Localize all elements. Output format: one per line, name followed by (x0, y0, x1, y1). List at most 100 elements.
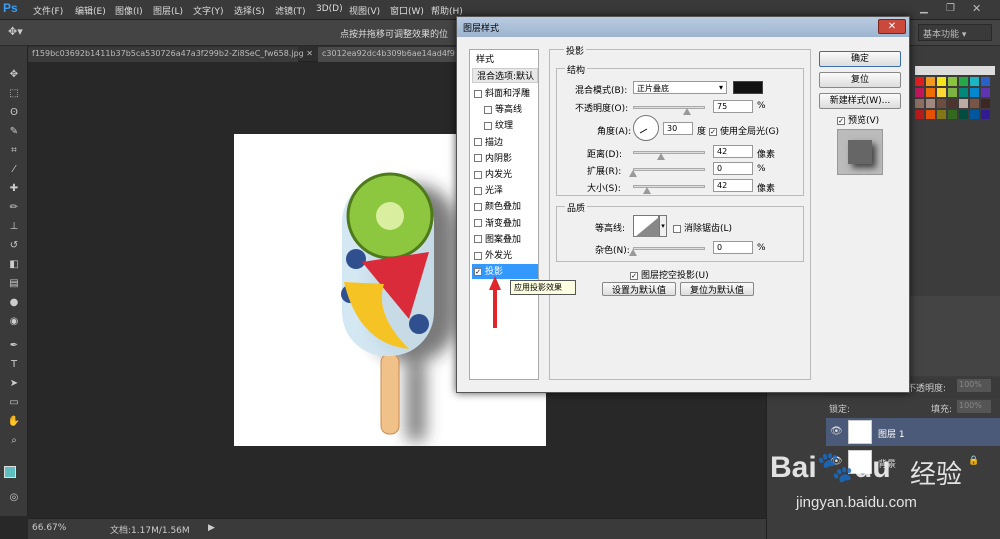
quick-mask-icon[interactable]: ◎ (6, 491, 22, 505)
style-item[interactable]: 内发光 (472, 167, 538, 182)
style-checkbox-icon[interactable] (474, 251, 482, 260)
layer-row-1[interactable]: 👁 图层 1 (826, 418, 1000, 446)
style-checkbox-icon[interactable] (474, 89, 482, 98)
swatches-grid[interactable] (915, 66, 995, 136)
eyedropper-tool-icon[interactable]: ⁄ (6, 163, 22, 177)
menu-view[interactable]: 视图(V) (349, 4, 380, 17)
style-item[interactable]: ✓ 投影 (472, 264, 538, 280)
spread-slider-thumb[interactable] (629, 170, 637, 177)
zoom-level[interactable]: 66.67% (32, 523, 66, 533)
noise-slider-thumb[interactable] (629, 249, 637, 256)
style-checkbox-icon[interactable] (484, 105, 492, 114)
style-checkbox-icon[interactable] (474, 186, 482, 195)
menu-image[interactable]: 图像(I) (115, 4, 143, 17)
set-default-button[interactable]: 设置为默认值 (602, 282, 676, 296)
global-light-checkbox[interactable]: ✓ 使用全局光(G) (709, 124, 779, 137)
size-slider-thumb[interactable] (643, 187, 651, 194)
size-field[interactable]: 42 (713, 179, 753, 192)
ok-button[interactable]: 确定 (819, 51, 901, 67)
styles-header[interactable]: 样式 (472, 52, 538, 67)
blend-mode-select[interactable]: 正片叠底 ▾ (633, 81, 727, 94)
menu-3d[interactable]: 3D(D) (316, 4, 343, 14)
style-checkbox-icon[interactable] (474, 219, 482, 228)
antialias-checkbox[interactable]: 消除锯齿(L) (673, 221, 732, 234)
spread-slider[interactable] (633, 168, 705, 171)
style-checkbox-icon[interactable]: ✓ (474, 267, 482, 276)
opacity-slider-thumb[interactable] (683, 108, 691, 115)
shadow-color-swatch[interactable] (733, 81, 763, 94)
contour-dropdown-icon[interactable]: ▾ (659, 215, 667, 237)
style-checkbox-icon[interactable] (484, 121, 492, 130)
knockout-checkbox[interactable]: ✓ 图层挖空投影(U) (630, 268, 709, 281)
style-item[interactable]: 等高线 (472, 102, 538, 117)
blur-tool-icon[interactable]: ● (6, 296, 22, 310)
lasso-tool-icon[interactable]: ʘ (6, 106, 22, 120)
contour-picker[interactable] (633, 215, 659, 237)
document-tab[interactable]: f159bc03692b1411b37b5ca530726a47a3f299b2… (28, 47, 313, 62)
healing-tool-icon[interactable]: ✚ (6, 182, 22, 196)
opacity-slider[interactable] (633, 106, 705, 109)
distance-slider-thumb[interactable] (657, 153, 665, 160)
menu-edit[interactable]: 编辑(E) (75, 4, 106, 17)
menu-file[interactable]: 文件(F) (33, 4, 63, 17)
foreground-color-swatch[interactable] (4, 466, 16, 478)
noise-field[interactable]: 0 (713, 241, 753, 254)
quick-select-tool-icon[interactable]: ✎ (6, 125, 22, 139)
style-checkbox-icon[interactable] (474, 138, 482, 147)
dodge-tool-icon[interactable]: ◉ (6, 315, 22, 329)
stamp-tool-icon[interactable]: ⊥ (6, 220, 22, 234)
app-close-button[interactable]: ✕ (972, 2, 981, 15)
style-checkbox-icon[interactable] (474, 202, 482, 211)
opacity-field[interactable]: 75 (713, 100, 753, 113)
style-item[interactable]: 外发光 (472, 248, 538, 263)
style-checkbox-icon[interactable] (474, 154, 482, 163)
angle-field[interactable]: 30 (663, 122, 693, 135)
hand-tool-icon[interactable]: ✋ (6, 415, 22, 429)
path-select-icon[interactable]: ➤ (6, 377, 22, 391)
angle-dial[interactable] (633, 115, 659, 141)
shape-tool-icon[interactable]: ▭ (6, 396, 22, 410)
eraser-tool-icon[interactable]: ◧ (6, 258, 22, 272)
style-item[interactable]: 渐变叠加 (472, 216, 538, 231)
style-item[interactable]: 颜色叠加 (472, 199, 538, 214)
move-tool-icon[interactable]: ✥▾ (8, 25, 23, 38)
new-style-button[interactable]: 新建样式(W)... (819, 93, 901, 109)
spread-field[interactable]: 0 (713, 162, 753, 175)
pen-tool-icon[interactable]: ✒ (6, 339, 22, 353)
type-tool-icon[interactable]: T (6, 358, 22, 372)
distance-field[interactable]: 42 (713, 145, 753, 158)
restore-button[interactable]: ❐ (946, 3, 955, 14)
history-brush-icon[interactable]: ↺ (6, 239, 22, 253)
layers-opacity-field[interactable]: 100% (957, 379, 991, 392)
noise-slider[interactable] (633, 247, 705, 250)
style-item[interactable]: 纹理 (472, 118, 538, 133)
preview-checkbox[interactable]: ✓ 预览(V) (837, 113, 879, 126)
adjustments-panel[interactable] (907, 296, 1000, 376)
style-item[interactable]: 内阴影 (472, 151, 538, 166)
blend-options-item[interactable]: 混合选项:默认 (472, 68, 538, 83)
menu-select[interactable]: 选择(S) (234, 4, 265, 17)
menu-type[interactable]: 文字(Y) (193, 4, 224, 17)
document-tab-active[interactable]: c3012ea92dc4b309b6ae14ad4f9 (318, 47, 478, 62)
style-item[interactable]: 斜面和浮雕 (472, 86, 538, 101)
fill-field[interactable]: 100% (957, 400, 991, 413)
minimize-button[interactable]: ▁ (920, 3, 928, 14)
workspace-select[interactable]: 基本功能 ▾ (918, 24, 992, 41)
move-tool-icon[interactable]: ✥ (6, 68, 22, 82)
style-checkbox-icon[interactable] (474, 235, 482, 244)
crop-tool-icon[interactable]: ⌗ (6, 144, 22, 158)
style-item[interactable]: 光泽 (472, 183, 538, 198)
reset-default-button[interactable]: 复位为默认值 (680, 282, 754, 296)
zoom-tool-icon[interactable]: ⌕ (6, 434, 22, 448)
status-menu-arrow-icon[interactable]: ▶ (208, 523, 215, 533)
visibility-eye-icon[interactable]: 👁 (830, 426, 843, 437)
style-checkbox-icon[interactable] (474, 170, 482, 179)
layer-name[interactable]: 图层 1 (878, 427, 905, 440)
dialog-titlebar[interactable]: 图层样式 ✕ (457, 17, 909, 37)
reset-button[interactable]: 复位 (819, 72, 901, 88)
style-item[interactable]: 描边 (472, 135, 538, 150)
menu-filter[interactable]: 滤镜(T) (275, 4, 306, 17)
menu-layer[interactable]: 图层(L) (153, 4, 183, 17)
brush-tool-icon[interactable]: ✏ (6, 201, 22, 215)
distance-slider[interactable] (633, 151, 705, 154)
